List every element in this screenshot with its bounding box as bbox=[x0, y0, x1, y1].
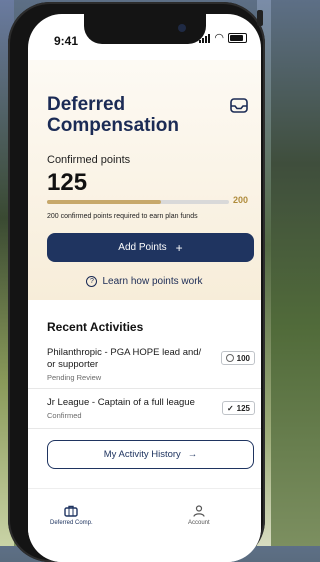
person-icon bbox=[193, 505, 205, 517]
wifi-icon: ◠ bbox=[214, 32, 224, 44]
question-circle-icon: ? bbox=[86, 276, 98, 287]
inbox-icon[interactable] bbox=[230, 98, 248, 113]
phone-side-button bbox=[257, 10, 263, 26]
activity-item[interactable]: Jr League - Captain of a full league Con… bbox=[47, 397, 255, 420]
battery-icon bbox=[228, 33, 247, 43]
points-requirement-text: 200 confirmed points required to earn pl… bbox=[47, 213, 198, 220]
phone-notch bbox=[84, 14, 206, 44]
arrow-right-icon: → bbox=[187, 449, 198, 460]
activity-title: Jr League - Captain of a full league bbox=[47, 397, 195, 408]
divider bbox=[28, 428, 261, 429]
activity-title: Philanthropic - PGA HOPE lead and/ or su… bbox=[47, 347, 202, 370]
activity-history-label: My Activity History bbox=[103, 449, 181, 460]
signal-icon bbox=[199, 33, 211, 43]
activity-points-badge: ✓ 125 bbox=[221, 401, 255, 415]
app-screen: Deferred Compensation Confirmed points 1… bbox=[28, 14, 261, 562]
camera-dot bbox=[178, 24, 186, 32]
page-title: Deferred Compensation bbox=[47, 94, 179, 136]
learn-points-label: Learn how points work bbox=[102, 276, 203, 287]
clock-icon bbox=[225, 354, 234, 362]
tab-label: Account bbox=[188, 520, 210, 526]
briefcase-icon bbox=[64, 505, 79, 517]
activity-points: 100 bbox=[236, 353, 250, 363]
recent-activities-title: Recent Activities bbox=[47, 320, 144, 334]
plus-icon: + bbox=[175, 240, 183, 255]
status-icons: ◠ bbox=[199, 32, 247, 44]
activity-history-button[interactable]: My Activity History → bbox=[47, 440, 254, 469]
tab-account[interactable]: Account bbox=[188, 505, 210, 526]
status-time: 9:41 bbox=[54, 34, 79, 48]
hero-section: Deferred Compensation Confirmed points 1… bbox=[28, 60, 261, 300]
divider bbox=[28, 388, 261, 389]
tab-bar: Deferred Comp. Account bbox=[28, 488, 261, 562]
tab-label: Deferred Comp. bbox=[50, 520, 93, 526]
points-progress-bar bbox=[47, 200, 229, 204]
check-icon: ✓ bbox=[226, 403, 234, 413]
tab-deferred-comp[interactable]: Deferred Comp. bbox=[50, 505, 93, 526]
phone-frame: Deferred Compensation Confirmed points 1… bbox=[8, 2, 265, 562]
activity-status: Pending Review bbox=[47, 373, 102, 382]
add-points-label: Add Points bbox=[118, 242, 167, 253]
activity-points-badge: 100 bbox=[220, 351, 255, 365]
activity-points: 125 bbox=[236, 403, 250, 413]
points-goal: 200 bbox=[233, 195, 249, 205]
add-points-button[interactable]: Add Points + bbox=[47, 233, 254, 262]
confirmed-points-value: 125 bbox=[47, 169, 88, 196]
confirmed-points-label: Confirmed points bbox=[47, 154, 131, 166]
points-progress-fill bbox=[47, 200, 161, 204]
learn-points-link[interactable]: ? Learn how points work bbox=[28, 276, 261, 287]
activity-item[interactable]: Philanthropic - PGA HOPE lead and/ or su… bbox=[47, 347, 255, 382]
